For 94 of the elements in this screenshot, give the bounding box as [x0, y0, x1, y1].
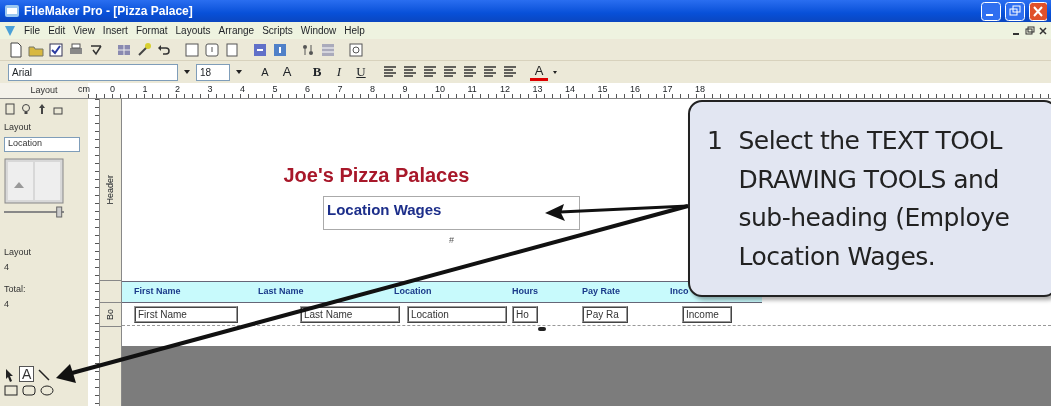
field[interactable]: Location [407, 305, 507, 323]
align-icon[interactable] [422, 64, 438, 80]
ruler-number: 9 [402, 83, 409, 96]
ruler-number: 14 [565, 83, 576, 96]
column-heading: First Name [134, 285, 182, 299]
layout-icon[interactable] [224, 41, 240, 58]
field[interactable]: Last Name [300, 305, 400, 323]
menu-item[interactable]: Layouts [175, 23, 211, 38]
slider-thumb[interactable] [56, 206, 63, 217]
bold-button[interactable]: B [308, 63, 326, 81]
text-color-button[interactable]: A [530, 63, 548, 81]
subtitle-text-box[interactable]: Location Wages [323, 196, 580, 230]
total-label: Total: [4, 282, 27, 296]
ruler-number: 4 [240, 83, 246, 96]
list-icon[interactable] [462, 64, 478, 80]
menu-item[interactable]: File [24, 23, 41, 38]
column-heading: Last Name [258, 285, 305, 299]
text-tool[interactable]: A [19, 365, 35, 382]
grow-font-button[interactable]: A [278, 63, 296, 81]
list-icon[interactable] [482, 64, 498, 80]
part-label: Bo [103, 309, 116, 320]
page-number-symbol: # [449, 234, 454, 247]
menu-item[interactable]: View [73, 23, 95, 38]
ruler-number: 13 [532, 83, 544, 96]
layout-label: Layout [4, 121, 33, 134]
ruler-unit: cm [77, 83, 91, 96]
column-heading: Hours [512, 285, 539, 299]
align-icon[interactable] [442, 64, 458, 80]
size-dropdown[interactable]: 18 [196, 63, 230, 81]
ruler-number: 16 [630, 83, 641, 96]
field[interactable]: Income [682, 305, 732, 323]
app-icon [4, 3, 20, 19]
window-title: FileMaker Pro - [Pizza Palace] [24, 3, 193, 20]
shrink-font-button[interactable]: A [256, 63, 274, 81]
column-heading: Pay Rate [582, 285, 622, 299]
font-dropdown[interactable]: Arial [8, 63, 178, 81]
close-icon[interactable] [1039, 25, 1047, 36]
layout-number: 4 [4, 261, 10, 274]
layout-label: Layout [4, 245, 33, 259]
ruler-number: 0 [110, 83, 116, 96]
record-icon[interactable] [272, 41, 288, 58]
checkbox-icon[interactable] [48, 41, 64, 58]
ruler-number: 6 [305, 83, 311, 96]
ruler-number: 7 [337, 83, 344, 96]
arrow-up-icon[interactable] [36, 103, 48, 115]
field[interactable]: Ho [512, 305, 538, 323]
menu-item[interactable]: Help [344, 23, 365, 38]
ruler-number: 5 [272, 83, 279, 96]
layout-title: Joe's Pizza Palaces [283, 163, 470, 188]
menu-item[interactable]: Arrange [218, 23, 255, 38]
restore-icon[interactable] [1025, 25, 1035, 36]
oval-tool-icon[interactable] [40, 383, 54, 396]
record-icon[interactable] [252, 41, 268, 58]
menu-item[interactable]: Edit [48, 23, 66, 38]
restore-icon[interactable] [1005, 1, 1025, 21]
help-icon[interactable] [348, 41, 364, 58]
menu-item[interactable]: Insert [102, 23, 128, 38]
align-icon[interactable] [402, 64, 418, 80]
italic-button[interactable]: I [330, 63, 348, 81]
footer-handle-icon[interactable] [537, 326, 546, 332]
ruler-number: 15 [597, 83, 609, 96]
ruler-number: 17 [662, 83, 674, 96]
ruler-number: 2 [175, 83, 181, 96]
menu-item[interactable]: Format [135, 23, 168, 38]
total-count: 4 [4, 298, 10, 311]
magic-wand-icon[interactable] [136, 41, 152, 58]
column-heading: Inco [670, 285, 690, 299]
layout-icon[interactable] [184, 41, 200, 58]
underline-button[interactable]: U [352, 63, 370, 81]
menu-item[interactable]: Scripts [262, 23, 293, 38]
rectangle-tool-icon[interactable] [4, 383, 18, 396]
layout-dropdown[interactable]: Location [4, 136, 80, 152]
ruler-number: 3 [207, 83, 214, 96]
list-icon[interactable] [502, 64, 518, 80]
new-document-icon[interactable] [8, 41, 24, 58]
column-heading: Location [394, 285, 433, 299]
part-label: Header [103, 174, 116, 205]
ruler-number: 18 [695, 83, 706, 96]
ruler-number: 10 [435, 83, 446, 96]
ruler-number: 1 [142, 83, 149, 96]
instruction-text: 1 Select the TEXT TOOL DRAWING TOOLS and sub-heading (Employe Location Wages. [707, 125, 1011, 273]
layout-icon[interactable] [204, 41, 220, 58]
field[interactable]: Pay Ra [582, 305, 628, 323]
minimize-icon[interactable] [981, 1, 1001, 21]
ruler-number: 11 [467, 83, 478, 96]
rounded-rectangle-tool-icon[interactable] [22, 383, 36, 396]
ruler-number: 12 [500, 83, 511, 96]
menu-item[interactable]: Window [300, 23, 337, 38]
align-icon[interactable] [382, 64, 398, 80]
light-bulb-icon[interactable] [20, 103, 32, 115]
line-tool-icon[interactable] [38, 367, 51, 382]
pointer-tool-icon[interactable] [4, 367, 15, 382]
field[interactable]: First Name [134, 305, 238, 323]
ruler-number: 8 [370, 83, 376, 96]
